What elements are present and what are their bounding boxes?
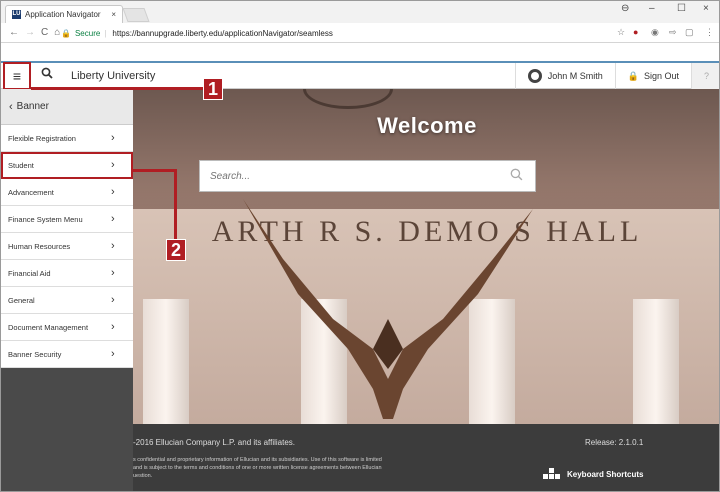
callout-1-line <box>31 87 203 90</box>
help-button[interactable]: ? <box>691 63 719 89</box>
arrow-extension-icon[interactable]: ⇨ <box>669 27 677 38</box>
chevron-right-icon: › <box>111 294 115 306</box>
callout-2-line-vertical <box>174 169 177 239</box>
shield-extension-icon[interactable]: ● <box>633 27 638 37</box>
app-header: ≡ Liberty University John M Smith 🔒 Sign… <box>1 61 719 90</box>
release-version: Release: 2.1.0.1 <box>585 438 644 447</box>
chevron-right-icon: › <box>111 186 115 198</box>
hero-background-image: ARTH R S. DEMO S HALL Welcome <box>133 89 719 424</box>
chevron-right-icon: › <box>111 159 115 171</box>
sidebar-item-document-management[interactable]: Document Management › <box>1 314 133 341</box>
browser-tab[interactable]: LU Application Navigator × <box>5 5 123 23</box>
sidebar-item-label: Flexible Registration <box>8 133 76 143</box>
sidebar-item-label: Advancement <box>8 187 54 197</box>
callout-2-line-horizontal <box>133 169 175 172</box>
lock-icon: 🔒 <box>627 70 639 81</box>
url-omnibox[interactable]: 🔒 Secure | https://bannupgrade.liberty.e… <box>61 25 621 41</box>
new-tab-button[interactable] <box>122 8 150 22</box>
sidebar-item-label: Human Resources <box>8 241 71 251</box>
help-icon: ? <box>703 71 709 81</box>
extension-icon[interactable]: ◉ <box>651 27 659 38</box>
chevron-right-icon: › <box>111 267 115 279</box>
sidebar-item-label: Document Management <box>8 322 89 332</box>
forward-arrow-icon[interactable]: → <box>25 27 35 38</box>
liberty-favicon-icon: LU <box>12 10 21 19</box>
sign-out-button[interactable]: 🔒 Sign Out <box>614 63 691 89</box>
page-footer: -2016 Ellucian Company L.P. and its affi… <box>133 424 719 491</box>
hamburger-icon: ≡ <box>12 68 22 84</box>
search-box <box>199 160 536 192</box>
sidebar-back-label: Banner <box>16 101 49 112</box>
copyright-text: -2016 Ellucian Company L.P. and its affi… <box>133 438 296 447</box>
chevron-right-icon: › <box>111 213 115 225</box>
cast-icon[interactable]: ▢ <box>685 27 694 38</box>
welcome-heading: Welcome <box>377 113 477 138</box>
eagle-statue-image <box>243 199 533 419</box>
keyboard-shortcuts-label: Keyboard Shortcuts <box>567 469 644 479</box>
address-bar: ← → C ⌂ 🔒 Secure | https://bannupgrade.l… <box>1 23 719 43</box>
sidebar-item-label: Student <box>8 160 34 170</box>
sidebar-item-banner-security[interactable]: Banner Security › <box>1 341 133 368</box>
url-divider: | <box>104 28 107 38</box>
back-arrow-icon[interactable]: ← <box>9 27 19 38</box>
sidebar-back-button[interactable]: ‹ Banner <box>1 89 133 125</box>
search-button[interactable] <box>37 67 57 87</box>
tab-title: Application Navigator <box>25 10 101 19</box>
sidebar-item-human-resources[interactable]: Human Resources › <box>1 233 133 260</box>
sidebar-item-label: Banner Security <box>8 349 62 359</box>
keyboard-shortcuts-link[interactable]: Keyboard Shortcuts <box>543 468 643 480</box>
browser-window: LU Application Navigator × ⊖ – ☐ × ← → C… <box>0 0 720 492</box>
sidebar-list: Flexible Registration › Student › Advancem… <box>1 125 133 368</box>
lock-icon: 🔒 <box>61 28 71 38</box>
sidebar-item-flexible-registration[interactable]: Flexible Registration › <box>1 125 133 152</box>
reload-icon[interactable]: C <box>41 27 48 38</box>
search-icon[interactable] <box>510 168 523 181</box>
sidebar-item-label: Financial Aid <box>8 268 51 278</box>
close-window-button[interactable]: × <box>703 3 709 14</box>
sidebar-item-general[interactable]: General › <box>1 287 133 314</box>
secure-label: Secure <box>74 28 101 38</box>
sidebar-item-advancement[interactable]: Advancement › <box>1 179 133 206</box>
callout-2-badge: 2 <box>166 239 186 261</box>
legal-line: and is subject to the terms and conditio… <box>133 465 382 471</box>
sidebar-menu: ‹ Banner Flexible Registration › Student ›… <box>1 89 133 491</box>
sign-out-label: Sign Out <box>643 71 679 81</box>
search-icon <box>41 67 53 79</box>
chrome-menu-icon[interactable]: ⋮ <box>705 27 714 38</box>
sidebar-item-student[interactable]: Student › <box>1 152 133 179</box>
user-menu[interactable]: John M Smith <box>514 63 615 89</box>
legal-line: s confidential and proprietary informati… <box>133 457 382 463</box>
hamburger-menu-button[interactable]: ≡ <box>3 62 31 90</box>
column-image <box>633 299 679 424</box>
keyboard-icon <box>543 468 561 480</box>
user-avatar-icon <box>527 69 542 83</box>
sidebar-item-finance-system-menu[interactable]: Finance System Menu › <box>1 206 133 233</box>
minimize-button[interactable]: – <box>649 3 655 14</box>
home-icon[interactable]: ⌂ <box>54 27 60 38</box>
chevron-right-icon: › <box>111 321 115 333</box>
chevron-right-icon: › <box>111 348 115 360</box>
chevron-left-icon: ‹ <box>9 100 13 113</box>
sidebar-item-label: General <box>8 295 35 305</box>
chevron-right-icon: › <box>111 240 115 252</box>
search-input[interactable] <box>210 170 490 182</box>
callout-1-badge: 1 <box>203 78 223 100</box>
url-text: https://bannupgrade.liberty.edu/applicat… <box>112 28 333 38</box>
legal-line: uestion. <box>133 473 153 479</box>
star-icon[interactable]: ☆ <box>617 27 625 38</box>
tab-strip: LU Application Navigator × ⊖ – ☐ × <box>1 1 719 23</box>
profile-icon[interactable]: ⊖ <box>621 3 629 14</box>
sidebar-item-label: Finance System Menu <box>8 214 83 224</box>
maximize-button[interactable]: ☐ <box>677 3 686 14</box>
tab-close-icon[interactable]: × <box>111 10 116 19</box>
institution-name: Liberty University <box>71 70 156 82</box>
user-name: John M Smith <box>547 71 603 81</box>
legal-notice: s confidential and proprietary informati… <box>133 456 453 480</box>
sidebar-item-financial-aid[interactable]: Financial Aid › <box>1 260 133 287</box>
chevron-right-icon: › <box>111 132 115 144</box>
column-image <box>143 299 189 424</box>
